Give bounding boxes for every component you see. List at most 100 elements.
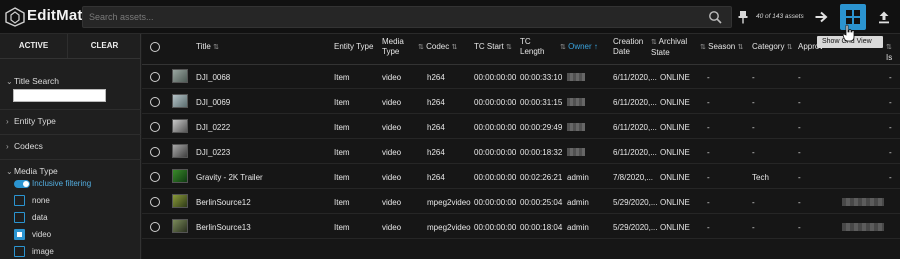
media-type-none-checkbox[interactable] [14, 195, 25, 206]
header-creation-date[interactable]: Creation Date [613, 37, 653, 67]
cell-title: DJI_0223 [196, 148, 231, 157]
cell-date: 6/11/2020,... [613, 98, 657, 107]
title-search-input[interactable] [13, 89, 106, 102]
table-row[interactable]: DJI_0069 Item video h264 00:00:00:00 00:… [142, 90, 900, 114]
cell-tc-start: 00:00:00:00 [474, 173, 517, 182]
cell-owner: admin [567, 223, 589, 232]
cell-entity: Item [334, 123, 350, 132]
thumbnail [172, 194, 188, 208]
table-row[interactable]: DJI_0223 Item video h264 00:00:00:00 00:… [142, 140, 900, 164]
entity-type-label: Entity Type [14, 116, 56, 126]
divider [0, 58, 141, 59]
cell-codec: h264 [427, 73, 445, 82]
upload-icon[interactable] [877, 10, 891, 24]
media-type-image-label: image [32, 247, 54, 256]
search-icon[interactable] [708, 10, 722, 24]
sort-icon: ⇅ [560, 44, 566, 51]
cell-season: - [707, 198, 710, 207]
cell-state: ONLINE [660, 123, 690, 132]
cell-season: - [707, 98, 710, 107]
cell-codec: h264 [427, 173, 445, 182]
media-type-label: Media Type [14, 166, 58, 176]
sort-icon: ⇅ [506, 44, 512, 51]
select-all-radio[interactable] [150, 42, 160, 52]
row-select-radio[interactable] [150, 172, 160, 182]
cell-media: video [382, 73, 402, 82]
row-select-radio[interactable] [150, 197, 160, 207]
thumbnail [172, 219, 188, 233]
cell-approval: - [798, 198, 801, 207]
header-tc-length[interactable]: TC Length [520, 37, 556, 67]
row-select-radio[interactable] [150, 72, 160, 82]
asset-count: 40 of 143 assets [756, 13, 804, 20]
search-input[interactable] [82, 6, 732, 28]
media-type-video-checkbox[interactable] [14, 229, 25, 240]
redacted-owner [567, 148, 585, 156]
media-type-data-checkbox[interactable] [14, 212, 25, 223]
cell-state: ONLINE [660, 148, 690, 157]
cell-tc-length: 00:00:33:10 [520, 73, 563, 82]
sort-icon: ⇅ [700, 44, 706, 51]
table-row[interactable]: DJI_0222 Item video h264 00:00:00:00 00:… [142, 115, 900, 139]
entity-type-filter[interactable]: › Entity Type [6, 116, 56, 126]
cell-codec: h264 [427, 123, 445, 132]
cell-season: - [707, 223, 710, 232]
row-select-radio[interactable] [150, 97, 160, 107]
tab-active[interactable]: ACTIVE [0, 34, 68, 58]
row-select-radio[interactable] [150, 222, 160, 232]
sort-icon: ⇅ [213, 44, 219, 51]
table-row[interactable]: DJI_0068 Item video h264 00:00:00:00 00:… [142, 65, 900, 89]
chevron-down-icon: ⌄ [6, 77, 13, 86]
cell-title: DJI_0068 [196, 73, 231, 82]
media-type-image-checkbox[interactable] [14, 246, 25, 257]
table-row[interactable]: BerlinSource13 Item video mpeg2video 00:… [142, 215, 900, 239]
cell-extra: - [889, 148, 892, 157]
cell-state: ONLINE [660, 98, 690, 107]
header-archival-state[interactable]: ⇅ Archival State [651, 37, 697, 67]
row-select-radio[interactable] [150, 147, 160, 157]
cell-entity: Item [334, 73, 350, 82]
cell-state: ONLINE [660, 198, 690, 207]
cell-tc-length: 00:00:18:32 [520, 148, 563, 157]
cell-season: - [707, 123, 710, 132]
cell-season: - [707, 73, 710, 82]
divider [0, 159, 141, 160]
cell-approval: - [798, 223, 801, 232]
sort-icon: ⇅ [886, 44, 892, 51]
row-select-radio[interactable] [150, 122, 160, 132]
cell-entity: Item [334, 223, 350, 232]
cell-extra: - [889, 123, 892, 132]
cell-title: BerlinSource12 [196, 198, 251, 207]
filter-sidebar: ACTIVE CLEAR ⌄Title Search › Entity Type … [0, 34, 141, 259]
table-row[interactable]: Gravity - 2K Trailer Item video h264 00:… [142, 165, 900, 189]
codecs-filter[interactable]: › Codecs [6, 141, 43, 151]
chevron-right-icon: › [6, 142, 9, 151]
media-type-filter[interactable]: ⌄Media Type [6, 166, 58, 176]
cell-tc-length: 00:00:18:04 [520, 223, 563, 232]
media-type-video-label: video [32, 230, 52, 239]
sort-icon: ⇅ [451, 44, 458, 51]
redacted-cell [842, 198, 884, 206]
cell-category: - [752, 98, 755, 107]
cell-tc-length: 00:02:26:21 [520, 173, 563, 182]
cell-season: - [707, 148, 710, 157]
cell-tc-start: 00:00:00:00 [474, 198, 517, 207]
cell-media: video [382, 198, 402, 207]
cell-date: 6/11/2020,... [613, 123, 657, 132]
header-media-type[interactable]: Media Type [382, 37, 412, 67]
inclusive-filtering-toggle[interactable] [14, 180, 30, 188]
cell-title: BerlinSource13 [196, 223, 251, 232]
cell-extra: - [889, 73, 892, 82]
cell-entity: Item [334, 98, 350, 107]
clear-filters-button[interactable]: CLEAR [68, 34, 141, 58]
table-row[interactable]: BerlinSource12 Item video mpeg2video 00:… [142, 190, 900, 214]
pin-icon[interactable] [737, 10, 749, 24]
cell-date: 5/29/2020,... [613, 223, 658, 232]
arrow-right-icon[interactable] [814, 10, 828, 24]
cell-category: - [752, 123, 755, 132]
redacted-owner [567, 98, 585, 106]
cell-tc-length: 00:00:31:15 [520, 98, 563, 107]
media-type-data-label: data [32, 213, 48, 222]
title-search-filter[interactable]: ⌄Title Search [6, 76, 59, 86]
cell-codec: mpeg2video [427, 198, 471, 207]
